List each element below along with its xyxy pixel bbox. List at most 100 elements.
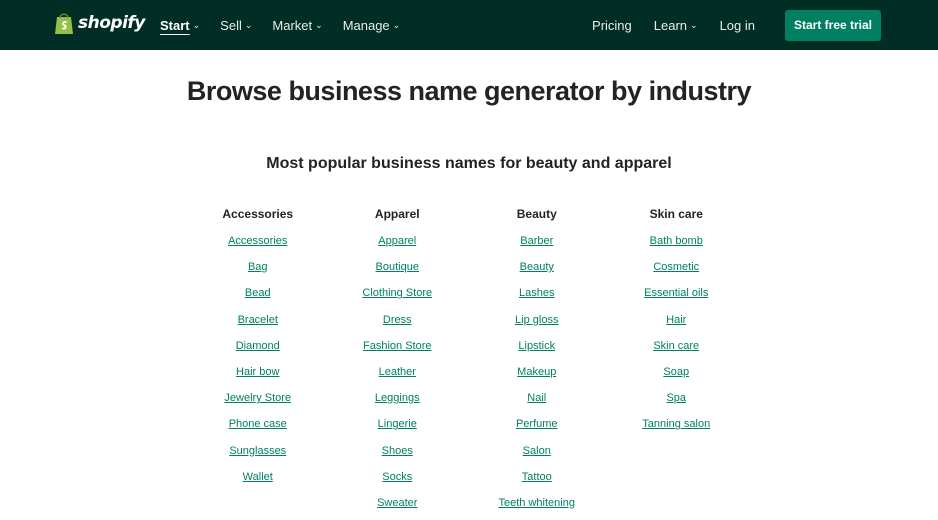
main-menu: Start ⌄ Sell ⌄ Market ⌄ Manage ⌄ bbox=[160, 0, 420, 50]
industry-link[interactable]: Lingerie bbox=[378, 418, 417, 430]
industry-link[interactable]: Diamond bbox=[236, 340, 280, 352]
industry-link[interactable]: Clothing Store bbox=[362, 287, 432, 299]
industry-link[interactable]: Bath bomb bbox=[650, 235, 703, 247]
industry-link[interactable]: Shoes bbox=[382, 445, 413, 457]
industry-link[interactable]: Lip gloss bbox=[515, 314, 558, 326]
industry-link[interactable]: Accessories bbox=[228, 235, 287, 247]
list-item: Teeth whitening bbox=[467, 494, 607, 520]
industry-link[interactable]: Salon bbox=[523, 445, 551, 457]
list-item: Lipstick bbox=[467, 337, 607, 363]
top-navigation: shopify Start ⌄ Sell ⌄ Market ⌄ Manage ⌄… bbox=[0, 0, 938, 50]
column-heading: Accessories bbox=[222, 207, 294, 221]
menu-start-label: Start bbox=[160, 17, 190, 33]
list-item: Bead bbox=[188, 284, 328, 310]
list-item: Lip gloss bbox=[467, 311, 607, 337]
link-list: Apparel Boutique Clothing Store Dress Fashio… bbox=[328, 232, 468, 520]
industry-link[interactable]: Boutique bbox=[376, 261, 419, 273]
industry-link[interactable]: Leggings bbox=[375, 392, 420, 404]
industry-column: Skin care Bath bomb Cosmetic Essential oils… bbox=[607, 206, 747, 520]
industry-link[interactable]: Bag bbox=[248, 261, 268, 273]
section-subtitle: Most popular business names for beauty a… bbox=[266, 155, 672, 172]
industry-link[interactable]: Jewelry Store bbox=[224, 392, 291, 404]
industry-column: Apparel Apparel Boutique Clothing Store Dres… bbox=[328, 206, 468, 520]
list-item: Wallet bbox=[188, 468, 328, 494]
industry-link[interactable]: Apparel bbox=[378, 235, 416, 247]
list-item: Makeup bbox=[467, 363, 607, 389]
industry-link[interactable]: Leather bbox=[379, 366, 416, 378]
industry-link[interactable]: Perfume bbox=[516, 418, 558, 430]
industry-link[interactable]: Fashion Store bbox=[363, 340, 431, 352]
list-item: Beauty bbox=[467, 258, 607, 284]
industry-column: Beauty Barber Beauty Lashes Lip gloss Lipstic… bbox=[467, 206, 607, 520]
list-item: Boutique bbox=[328, 258, 468, 284]
industry-link[interactable]: Soap bbox=[663, 366, 689, 378]
list-item: Bath bomb bbox=[607, 232, 747, 258]
list-item: Sunglasses bbox=[188, 442, 328, 468]
learn-menu[interactable]: Learn ⌄ bbox=[654, 18, 698, 33]
pricing-link[interactable]: Pricing bbox=[592, 18, 632, 33]
industry-link[interactable]: Makeup bbox=[517, 366, 556, 378]
chevron-down-icon: ⌄ bbox=[690, 19, 698, 30]
industry-link[interactable]: Bracelet bbox=[238, 314, 278, 326]
industry-link[interactable]: Essential oils bbox=[644, 287, 708, 299]
industry-link[interactable]: Cosmetic bbox=[653, 261, 699, 273]
industry-link[interactable]: Phone case bbox=[229, 418, 287, 430]
list-item: Lingerie bbox=[328, 415, 468, 441]
chevron-down-icon: ⌄ bbox=[315, 19, 323, 30]
industry-link[interactable]: Wallet bbox=[243, 471, 273, 483]
industry-link[interactable]: Tattoo bbox=[522, 471, 552, 483]
list-item: Dress bbox=[328, 311, 468, 337]
list-item: Sweater bbox=[328, 494, 468, 520]
menu-start[interactable]: Start ⌄ bbox=[160, 0, 200, 50]
list-item: Fashion Store bbox=[328, 337, 468, 363]
list-item: Essential oils bbox=[607, 284, 747, 310]
list-item: Tattoo bbox=[467, 468, 607, 494]
industry-link[interactable]: Bead bbox=[245, 287, 271, 299]
shopify-logo[interactable]: shopify bbox=[54, 11, 145, 35]
menu-sell-label: Sell bbox=[220, 17, 242, 33]
menu-market[interactable]: Market ⌄ bbox=[272, 0, 322, 50]
list-item: Leather bbox=[328, 363, 468, 389]
link-list: Barber Beauty Lashes Lip gloss Lipstick Makeu… bbox=[467, 232, 607, 520]
industry-link[interactable]: Skin care bbox=[653, 340, 699, 352]
login-link[interactable]: Log in bbox=[720, 18, 755, 33]
list-item: Cosmetic bbox=[607, 258, 747, 284]
column-heading: Skin care bbox=[649, 207, 703, 221]
list-item: Tanning salon bbox=[607, 415, 747, 441]
menu-sell[interactable]: Sell ⌄ bbox=[220, 0, 252, 50]
list-item: Accessories bbox=[188, 232, 328, 258]
industry-link[interactable]: Hair bow bbox=[236, 366, 279, 378]
menu-manage[interactable]: Manage ⌄ bbox=[343, 0, 401, 50]
column-heading: Apparel bbox=[374, 207, 420, 221]
industry-link[interactable]: Nail bbox=[527, 392, 546, 404]
industry-link[interactable]: Socks bbox=[382, 471, 412, 483]
industry-link[interactable]: Sweater bbox=[377, 497, 417, 509]
menu-manage-label: Manage bbox=[342, 17, 390, 33]
list-item: Socks bbox=[328, 468, 468, 494]
industry-link[interactable]: Lashes bbox=[519, 287, 554, 299]
link-list: Accessories Bag Bead Bracelet Diamond Hair bo… bbox=[188, 232, 328, 494]
list-item: Apparel bbox=[328, 232, 468, 258]
list-item: Bracelet bbox=[188, 311, 328, 337]
industry-link[interactable]: Lipstick bbox=[518, 340, 555, 352]
chevron-down-icon: ⌄ bbox=[244, 19, 253, 30]
start-free-trial-button[interactable]: Start free trial bbox=[785, 9, 881, 41]
industry-link[interactable]: Tanning salon bbox=[642, 418, 710, 430]
industry-link[interactable]: Beauty bbox=[520, 261, 554, 273]
industry-link[interactable]: Dress bbox=[383, 314, 412, 326]
chevron-down-icon: ⌄ bbox=[392, 19, 401, 30]
industry-columns: Accessories Accessories Bag Bead Bracelet Dia… bbox=[188, 206, 747, 520]
list-item: Lashes bbox=[467, 284, 607, 310]
industry-link[interactable]: Sunglasses bbox=[229, 445, 286, 457]
list-item: Skin care bbox=[607, 337, 747, 363]
industry-link[interactable]: Spa bbox=[666, 392, 686, 404]
list-item: Clothing Store bbox=[328, 284, 468, 310]
industry-link[interactable]: Barber bbox=[520, 235, 553, 247]
list-item: Diamond bbox=[188, 337, 328, 363]
chevron-down-icon: ⌄ bbox=[192, 19, 201, 30]
industry-link[interactable]: Teeth whitening bbox=[499, 497, 575, 509]
page-title: Browse business name generator by indust… bbox=[186, 76, 752, 106]
list-item: Phone case bbox=[188, 415, 328, 441]
learn-label: Learn bbox=[653, 17, 688, 33]
industry-link[interactable]: Hair bbox=[666, 314, 686, 326]
